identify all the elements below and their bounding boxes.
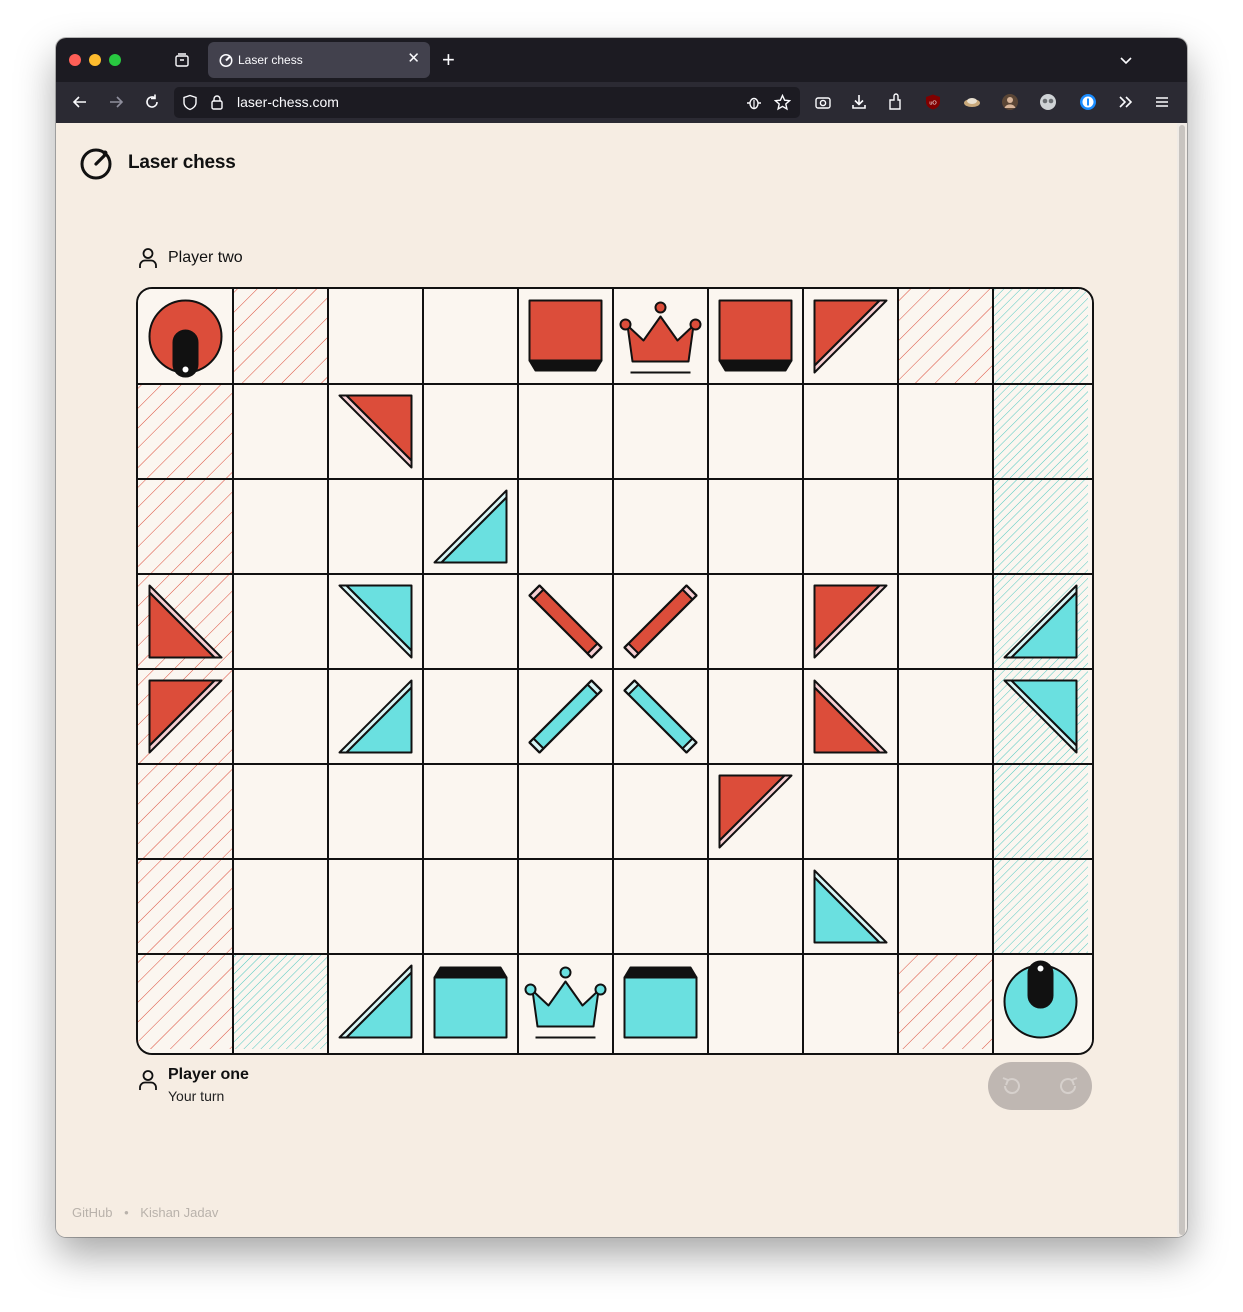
player-one-name: Player one — [168, 1066, 249, 1083]
tab-overview-icon[interactable] — [174, 52, 190, 68]
cyan-zone-square[interactable] — [993, 289, 1088, 384]
extensions-icon[interactable] — [885, 92, 905, 112]
footer-separator: • — [124, 1205, 129, 1220]
bookmark-star-icon[interactable] — [774, 94, 791, 111]
laser-chess-logo-icon — [80, 148, 112, 180]
browser-window: Laser chess ✕ + laser-chess.com uO Laser… — [56, 38, 1187, 1237]
red-zone-square[interactable] — [138, 954, 233, 1049]
tab-title: Laser chess — [238, 53, 303, 67]
shield-icon[interactable] — [182, 94, 198, 111]
url-text: laser-chess.com — [237, 94, 339, 110]
forward-icon[interactable] — [106, 92, 126, 112]
reload-icon[interactable] — [142, 92, 162, 112]
cyan-defender-piece[interactable] — [433, 966, 508, 1039]
cyan-zone-square[interactable] — [233, 954, 328, 1049]
browser-titlebar: Laser chess ✕ + — [56, 38, 1187, 82]
close-window-button[interactable] — [69, 54, 81, 66]
back-icon[interactable] — [70, 92, 90, 112]
cyan-zone-square[interactable] — [993, 764, 1088, 859]
undo-redo-controls — [988, 1062, 1092, 1110]
onepassword-icon[interactable] — [1078, 92, 1098, 112]
scrollbar-thumb[interactable] — [1179, 125, 1185, 1235]
user-icon — [139, 1070, 157, 1090]
menu-icon[interactable] — [1152, 92, 1172, 112]
user-icon — [139, 248, 157, 268]
red-zone-square[interactable] — [233, 289, 328, 384]
cyan-zone-square[interactable] — [993, 859, 1088, 954]
footer: GitHub • Kishan Jadav — [72, 1205, 218, 1220]
new-tab-button[interactable]: + — [442, 48, 455, 72]
address-bar[interactable]: laser-chess.com — [174, 87, 800, 118]
minimize-window-button[interactable] — [89, 54, 101, 66]
red-defender-piece[interactable] — [528, 299, 603, 372]
page-content: Laser chess Player two Player one Your t… — [56, 123, 1177, 1237]
screenshot-icon[interactable] — [813, 92, 833, 112]
turn-status: Your turn — [168, 1088, 225, 1104]
red-defender-piece[interactable] — [718, 299, 793, 372]
scrollbar[interactable] — [1177, 123, 1187, 1237]
red-zone-square[interactable] — [898, 289, 993, 384]
tab-close-icon[interactable]: ✕ — [407, 50, 420, 68]
extension-icon[interactable] — [962, 92, 982, 112]
red-zone-square[interactable] — [898, 954, 993, 1049]
red-zone-square[interactable] — [138, 479, 233, 574]
browser-toolbar: laser-chess.com uO — [56, 82, 1187, 123]
redo-icon[interactable] — [1056, 1074, 1080, 1098]
cyan-zone-square[interactable] — [993, 479, 1088, 574]
bug-icon[interactable] — [746, 94, 762, 111]
avatar-icon[interactable] — [1000, 92, 1020, 112]
app-title: Laser chess — [128, 152, 236, 173]
board-background — [138, 289, 1092, 1053]
download-icon[interactable] — [849, 92, 869, 112]
board-grid[interactable] — [138, 289, 1092, 1053]
author-link[interactable]: Kishan Jadav — [140, 1205, 218, 1220]
player-two-name: Player two — [168, 249, 243, 266]
cyan-zone-square[interactable] — [993, 384, 1088, 479]
cyan-defender-piece[interactable] — [623, 966, 698, 1039]
svg-text:uO: uO — [929, 101, 937, 107]
overflow-icon[interactable] — [1116, 92, 1136, 112]
undo-icon[interactable] — [1000, 1074, 1024, 1098]
lock-icon[interactable] — [210, 94, 224, 111]
zoom-window-button[interactable] — [109, 54, 121, 66]
laser-chess-favicon-icon — [219, 54, 233, 67]
chevron-down-icon[interactable] — [1118, 52, 1134, 68]
red-zone-square[interactable] — [138, 384, 233, 479]
active-tab[interactable]: Laser chess ✕ — [208, 42, 430, 78]
ublock-icon[interactable]: uO — [923, 92, 943, 112]
github-link[interactable]: GitHub — [72, 1205, 112, 1220]
red-zone-square[interactable] — [138, 859, 233, 954]
game-board[interactable] — [136, 287, 1094, 1055]
extension-icon[interactable] — [1038, 92, 1058, 112]
red-zone-square[interactable] — [138, 764, 233, 859]
